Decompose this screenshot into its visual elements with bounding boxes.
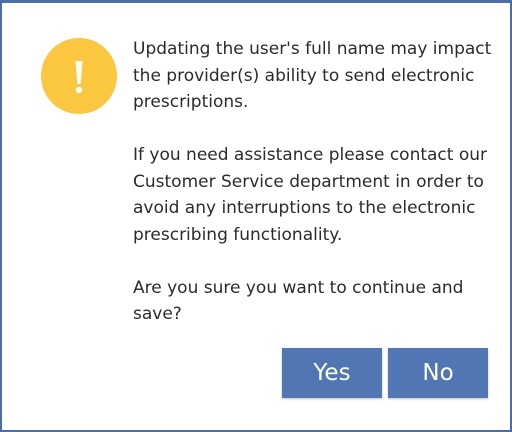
- warning-icon: [41, 38, 117, 114]
- confirmation-dialog: Updating the user's full name may impact…: [0, 0, 512, 432]
- message-paragraph-assistance: If you need assistance please contact ou…: [133, 145, 488, 245]
- yes-button[interactable]: Yes: [282, 348, 382, 398]
- message-paragraph-warning: Updating the user's full name may impact…: [133, 39, 492, 112]
- dialog-message: Updating the user's full name may impact…: [133, 36, 503, 328]
- message-paragraph-confirm: Are you sure you want to continue and sa…: [133, 277, 464, 325]
- no-button[interactable]: No: [388, 348, 488, 398]
- exclamation-icon: [75, 61, 83, 94]
